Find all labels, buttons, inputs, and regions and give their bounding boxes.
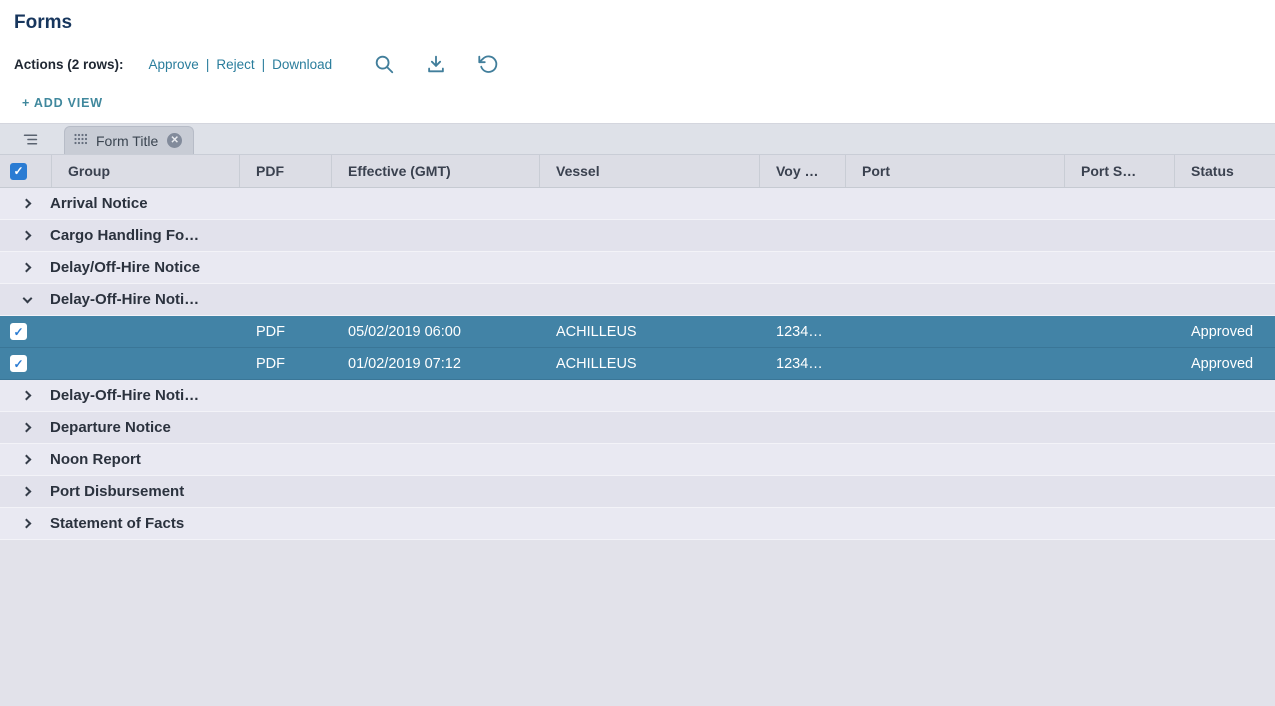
select-all-cell: ✓ bbox=[0, 155, 52, 187]
table-header-row: ✓ Group PDF Effective (GMT) Vessel Voy …… bbox=[0, 155, 1275, 188]
table-body: Arrival Notice Cargo Handling Fo… Delay/Of… bbox=[0, 188, 1275, 540]
chevron-right-icon[interactable] bbox=[20, 421, 34, 435]
group-row[interactable]: Departure Notice bbox=[0, 412, 1275, 444]
cell-effective: 01/02/2019 07:12 bbox=[332, 348, 540, 379]
table-row[interactable]: ✓ PDF05/02/2019 06:00ACHILLEUS1234… Approv… bbox=[0, 316, 1275, 348]
action-links: Approve | Reject | Download bbox=[142, 57, 340, 72]
chevron-right-icon[interactable] bbox=[20, 197, 34, 211]
column-header-vessel[interactable]: Vessel bbox=[540, 155, 760, 187]
toolbar-icons bbox=[371, 51, 501, 77]
group-row[interactable]: Delay-Off-Hire Noti… bbox=[0, 284, 1275, 316]
cell-pdf: PDF bbox=[240, 316, 332, 347]
column-header-voyage[interactable]: Voy … bbox=[760, 155, 846, 187]
cell-port bbox=[846, 348, 1065, 379]
group-row[interactable]: Port Disbursement bbox=[0, 476, 1275, 508]
forms-grid: Form Title ✕ ✓ Group PDF Effective (GMT)… bbox=[0, 123, 1275, 706]
cell-port bbox=[846, 316, 1065, 347]
chevron-right-icon[interactable] bbox=[20, 517, 34, 531]
column-header-pdf[interactable]: PDF bbox=[240, 155, 332, 187]
action-separator: | bbox=[262, 57, 266, 72]
group-row[interactable]: Arrival Notice bbox=[0, 188, 1275, 220]
chip-close-icon[interactable]: ✕ bbox=[167, 133, 182, 148]
search-icon bbox=[373, 53, 395, 75]
cell-status: Approved bbox=[1175, 316, 1275, 347]
row-select-cell: ✓ bbox=[0, 348, 52, 379]
row-checkbox[interactable]: ✓ bbox=[10, 355, 27, 372]
group-label: Delay-Off-Hire Noti… bbox=[50, 291, 199, 308]
column-header-effective[interactable]: Effective (GMT) bbox=[332, 155, 540, 187]
actions-label: Actions (2 rows): bbox=[14, 57, 124, 72]
row-select-cell: ✓ bbox=[0, 316, 52, 347]
action-reject-link[interactable]: Reject bbox=[216, 57, 254, 72]
action-approve-link[interactable]: Approve bbox=[149, 57, 199, 72]
column-header-port[interactable]: Port bbox=[846, 155, 1065, 187]
download-icon bbox=[425, 53, 447, 75]
top-bar: Forms Actions (2 rows): Approve | Reject | D… bbox=[0, 0, 1275, 123]
chevron-down-icon[interactable] bbox=[20, 293, 34, 307]
column-header-status[interactable]: Status bbox=[1175, 155, 1275, 187]
group-label: Departure Notice bbox=[50, 419, 171, 436]
group-by-bar: Form Title ✕ bbox=[0, 124, 1275, 155]
action-separator: | bbox=[206, 57, 210, 72]
chevron-right-icon[interactable] bbox=[20, 389, 34, 403]
actions-row: Actions (2 rows): Approve | Reject | Downloa… bbox=[14, 50, 1275, 78]
cell-group bbox=[52, 316, 240, 347]
cell-vessel: ACHILLEUS bbox=[540, 348, 760, 379]
column-header-port-status[interactable]: Port S… bbox=[1065, 155, 1175, 187]
group-label: Port Disbursement bbox=[50, 483, 184, 500]
table-row[interactable]: ✓ PDF01/02/2019 07:12ACHILLEUS1234… Approv… bbox=[0, 348, 1275, 380]
group-row[interactable]: Noon Report bbox=[0, 444, 1275, 476]
group-label: Delay-Off-Hire Noti… bbox=[50, 387, 199, 404]
undo-icon bbox=[477, 53, 499, 75]
cell-voyage: 1234… bbox=[760, 348, 846, 379]
chevron-right-icon[interactable] bbox=[20, 229, 34, 243]
group-row[interactable]: Delay/Off-Hire Notice bbox=[0, 252, 1275, 284]
group-chip-form-title[interactable]: Form Title ✕ bbox=[64, 126, 194, 154]
check-icon: ✓ bbox=[13, 164, 23, 178]
cell-voyage: 1234… bbox=[760, 316, 846, 347]
group-row[interactable]: Delay-Off-Hire Noti… bbox=[0, 380, 1275, 412]
chevron-right-icon[interactable] bbox=[20, 453, 34, 467]
cell-effective: 05/02/2019 06:00 bbox=[332, 316, 540, 347]
drag-handle-icon[interactable] bbox=[74, 132, 87, 150]
undo-button[interactable] bbox=[475, 51, 501, 77]
column-header-group[interactable]: Group bbox=[52, 155, 240, 187]
group-label: Arrival Notice bbox=[50, 195, 148, 212]
cell-status: Approved bbox=[1175, 348, 1275, 379]
group-row[interactable]: Cargo Handling Fo… bbox=[0, 220, 1275, 252]
group-chip-label: Form Title bbox=[96, 133, 158, 149]
download-button[interactable] bbox=[423, 51, 449, 77]
cell-group bbox=[52, 348, 240, 379]
group-label: Delay/Off-Hire Notice bbox=[50, 259, 200, 276]
chevron-right-icon[interactable] bbox=[20, 261, 34, 275]
cell-port-status bbox=[1065, 348, 1175, 379]
search-button[interactable] bbox=[371, 51, 397, 77]
chevron-right-icon[interactable] bbox=[20, 485, 34, 499]
cell-pdf: PDF bbox=[240, 348, 332, 379]
group-row[interactable]: Statement of Facts bbox=[0, 508, 1275, 540]
add-view-button[interactable]: + ADD VIEW bbox=[22, 96, 103, 110]
cell-vessel: ACHILLEUS bbox=[540, 316, 760, 347]
select-all-checkbox[interactable]: ✓ bbox=[10, 163, 27, 180]
action-download-link[interactable]: Download bbox=[272, 57, 332, 72]
row-checkbox[interactable]: ✓ bbox=[10, 323, 27, 340]
group-label: Noon Report bbox=[50, 451, 141, 468]
group-label: Cargo Handling Fo… bbox=[50, 227, 199, 244]
cell-port-status bbox=[1065, 316, 1175, 347]
group-by-icon[interactable] bbox=[22, 131, 39, 153]
page-title: Forms bbox=[14, 12, 1275, 34]
group-label: Statement of Facts bbox=[50, 515, 184, 532]
